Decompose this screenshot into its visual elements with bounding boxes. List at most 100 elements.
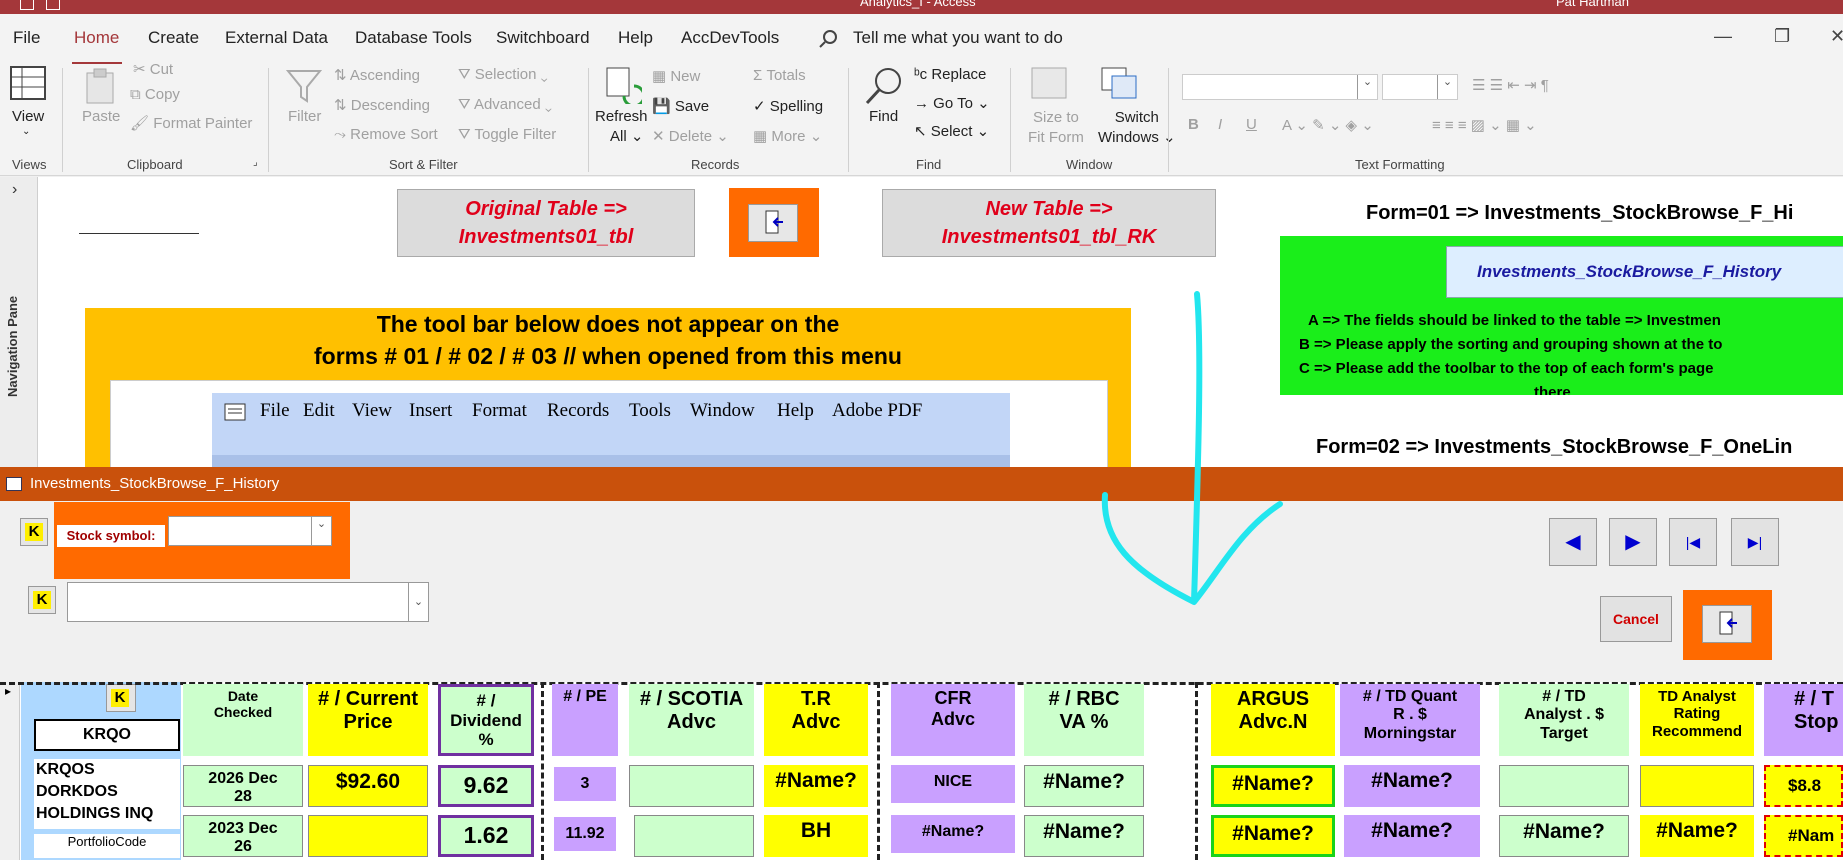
row1-dividend[interactable]: 9.62 (438, 765, 534, 807)
find-button[interactable]: Find (869, 108, 898, 125)
row1-cfr-advc[interactable]: NICE (891, 765, 1015, 803)
row1-td-analyst-target[interactable] (1499, 765, 1629, 807)
replace-button[interactable]: ᵇc Replace (914, 66, 986, 83)
tab-database-tools[interactable]: Database Tools (355, 28, 472, 48)
toggle-filter-button[interactable]: ⛛ Toggle Filter (458, 126, 556, 143)
symbol-field[interactable]: KRQO (34, 719, 180, 751)
row1-td-quant[interactable]: #Name? (1344, 765, 1480, 807)
font-size-combo[interactable]: ⌄ (1382, 74, 1458, 100)
row1-rbc-va[interactable]: #Name? (1024, 765, 1144, 807)
ascending-button[interactable]: ⇅ Ascending (334, 66, 420, 84)
row2-argus-advc[interactable]: #Name? (1211, 815, 1335, 857)
form-window-titlebar[interactable]: Investments_StockBrowse_F_History (0, 467, 1843, 501)
cancel-button[interactable]: Cancel (1600, 596, 1672, 642)
row1-pe[interactable]: 3 (552, 765, 618, 803)
next-record-button[interactable]: ▶ (1609, 518, 1657, 566)
row1-t-stop[interactable]: $8.8 (1764, 765, 1843, 807)
row2-cfr-advc[interactable]: #Name? (891, 815, 1015, 853)
switch-windows-button[interactable]: Switch Windows ⌄ (1098, 108, 1176, 148)
paste-button[interactable]: Paste (82, 108, 120, 125)
row2-scotia-advc[interactable] (634, 815, 754, 857)
undo-icon[interactable] (46, 0, 60, 10)
user-name[interactable]: Pat Hartman (1556, 0, 1629, 9)
k-button[interactable]: K (106, 684, 136, 712)
tab-accdevtools[interactable]: AccDevTools (681, 28, 779, 48)
new-record-button[interactable]: ▦ New (652, 67, 700, 85)
restore-icon[interactable]: ❐ (1774, 26, 1790, 47)
exit-switchboard-button[interactable] (729, 188, 819, 257)
italic-icon[interactable]: I (1218, 116, 1222, 133)
font-color-icon[interactable]: A ⌄ ✎ ⌄ ◈ ⌄ (1282, 116, 1374, 134)
tell-me-search[interactable]: Tell me what you want to do (853, 28, 1063, 48)
close-icon[interactable]: ✕ (1830, 26, 1843, 47)
minimize-icon[interactable]: — (1714, 26, 1732, 47)
navigation-pane[interactable]: › Navigation Pane (0, 177, 38, 467)
exit-form-button[interactable] (1683, 590, 1772, 660)
spelling-button[interactable]: ✓ Spelling (753, 97, 823, 115)
new-table-button[interactable]: New Table => Investments01_tbl_RK (882, 189, 1216, 257)
delete-record-button[interactable]: ✕ Delete ⌄ (652, 127, 729, 145)
remove-sort-button[interactable]: ⤳ Remove Sort (334, 126, 438, 143)
row2-pe[interactable]: 11.92 (552, 815, 618, 853)
tab-switchboard[interactable]: Switchboard (496, 28, 590, 48)
company-name-field[interactable]: KRQOS DORKDOS HOLDINGS INQ (34, 759, 180, 829)
size-to-fit-button[interactable]: Size to Fit Form (1028, 108, 1084, 148)
view-dropdown-icon[interactable]: ⌄ (22, 126, 30, 137)
align-icons[interactable]: ≡ ≡ ≡ ▨ ⌄ ▦ ⌄ (1432, 116, 1537, 134)
row1-current-price[interactable]: $92.60 (308, 765, 428, 807)
copy-button[interactable]: ⧉ Copy (130, 86, 180, 103)
underline-icon[interactable]: U (1246, 116, 1257, 133)
record-lookup-combo[interactable]: ⌄ (67, 582, 429, 622)
row2-date-checked[interactable]: 2023 Dec 26 (183, 815, 303, 857)
open-form1-button[interactable]: Investments_StockBrowse_F_History (1446, 246, 1843, 298)
row2-td-analyst-target[interactable]: #Name? (1499, 815, 1629, 857)
view-button[interactable]: View (12, 108, 44, 125)
row1-tr-advc[interactable]: #Name? (764, 765, 868, 807)
tab-help[interactable]: Help (618, 28, 653, 48)
stock-symbol-combo[interactable]: ⌄ (168, 516, 332, 546)
last-record-button[interactable]: ▶| (1731, 518, 1779, 566)
save-icon[interactable] (20, 0, 34, 10)
row1-scotia-advc[interactable] (629, 765, 754, 807)
cut-button[interactable]: ✂ Cut (133, 56, 173, 84)
tab-create[interactable]: Create (148, 28, 199, 48)
row2-rbc-va[interactable]: #Name? (1024, 815, 1144, 857)
previous-record-button[interactable]: ◀ (1549, 518, 1597, 566)
legacy-menu-view: View (352, 400, 393, 421)
selection-button[interactable]: ⛛ Selection ⌄ (458, 66, 548, 83)
k-button[interactable]: K (28, 586, 56, 614)
save-record-button[interactable]: 💾 Save (652, 97, 709, 115)
descending-button[interactable]: ⇅ Descending (334, 96, 430, 114)
clipboard-launcher-icon[interactable]: ⌟ (253, 157, 258, 168)
goto-button[interactable]: → Go To ⌄ (914, 94, 990, 112)
row2-dividend[interactable]: 1.62 (438, 815, 534, 857)
row1-date-checked[interactable]: 2026 Dec 28 (183, 765, 303, 807)
row1-argus-advc[interactable]: #Name? (1211, 765, 1335, 807)
row2-t-stop[interactable]: #Nam (1764, 815, 1843, 857)
row2-td-analyst-rating[interactable]: #Name? (1640, 815, 1754, 857)
filter-button[interactable]: Filter (288, 108, 321, 125)
new-label: New (670, 68, 701, 85)
row2-td-quant[interactable]: #Name? (1344, 815, 1480, 857)
format-painter-button[interactable]: 🖌 Format Painter (130, 114, 252, 132)
row1-td-analyst-rating[interactable] (1640, 765, 1754, 807)
row2-tr-advc[interactable]: BH (764, 815, 868, 857)
record-selector[interactable]: ▸ (0, 682, 20, 860)
row2-current-price[interactable] (308, 815, 428, 857)
original-table-button[interactable]: Original Table => Investments01_tbl (397, 189, 695, 257)
advanced-button[interactable]: ⛛ Advanced ⌄ (458, 96, 552, 113)
refresh-all-button[interactable]: Refresh (595, 108, 648, 125)
tab-home[interactable]: Home (74, 28, 119, 48)
chevron-right-icon[interactable]: › (12, 181, 17, 199)
select-button[interactable]: ↖ Select ⌄ (914, 122, 989, 140)
k-button[interactable]: K (20, 518, 48, 546)
header-line: Advc (667, 711, 716, 733)
tab-file[interactable]: File (13, 28, 40, 48)
font-name-combo[interactable]: ⌄ (1182, 74, 1378, 100)
first-record-button[interactable]: |◀ (1669, 518, 1717, 566)
tab-external-data[interactable]: External Data (225, 28, 328, 48)
totals-button[interactable]: Σ Totals (753, 67, 806, 84)
bullets-icon[interactable]: ☰ ☰ ⇤ ⇥ ¶ (1472, 76, 1549, 94)
more-button[interactable]: ▦ More ⌄ (753, 127, 822, 145)
bold-icon[interactable]: B (1188, 116, 1199, 133)
